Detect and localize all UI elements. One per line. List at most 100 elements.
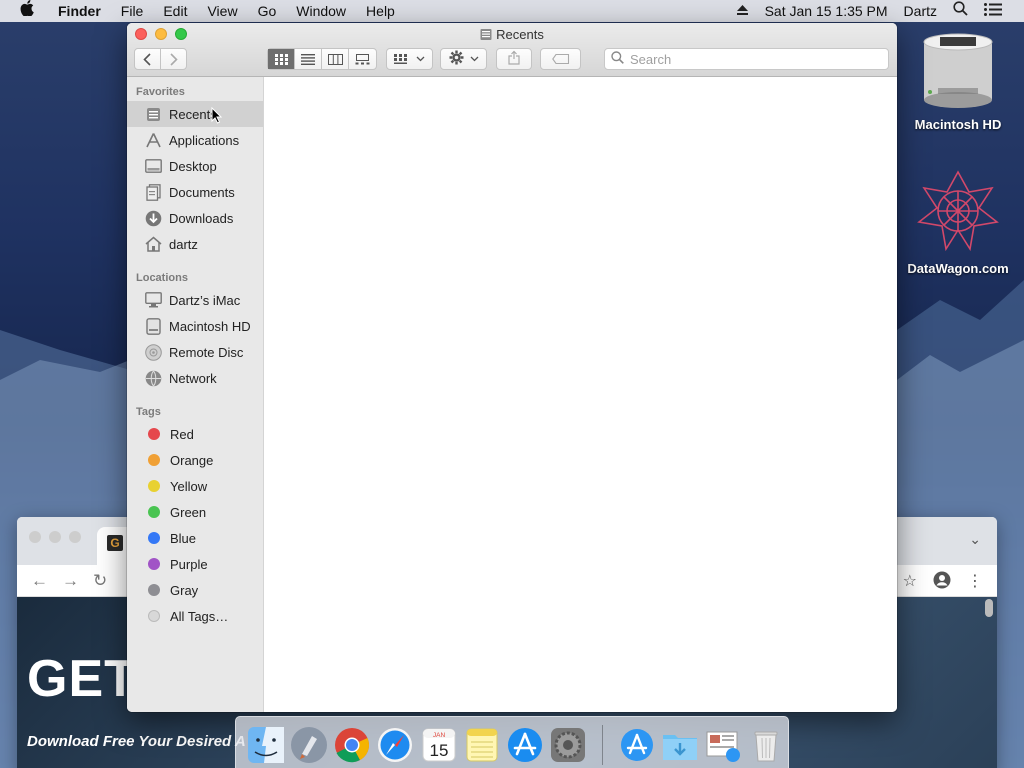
browser-scrollbar[interactable] — [985, 599, 993, 617]
notification-center-icon[interactable] — [976, 0, 1024, 22]
sidebar-header-tags: Tags — [136, 406, 161, 418]
finder-content-area[interactable] — [264, 77, 897, 712]
sidebar-tag-green[interactable]: Green — [127, 499, 263, 525]
dock-chrome-icon[interactable] — [333, 725, 372, 765]
dock-separator — [602, 725, 603, 765]
search-field[interactable] — [604, 48, 889, 70]
sidebar-item-label: Documents — [169, 184, 235, 200]
sidebar-item-label: Network — [169, 370, 217, 386]
dock-launchpad-icon[interactable] — [289, 725, 328, 765]
menu-clock[interactable]: Sat Jan 15 1:35 PM — [757, 0, 896, 22]
dock-finder-icon[interactable] — [246, 725, 285, 765]
spotlight-search-icon[interactable] — [945, 0, 976, 22]
apple-icon[interactable] — [0, 0, 48, 22]
menu-bar: Finder File Edit View Go Window Help Sat… — [0, 0, 1024, 22]
sidebar-tag-gray[interactable]: Gray — [127, 577, 263, 603]
sidebar-item-remote-disc[interactable]: Remote Disc — [127, 339, 263, 365]
sidebar-item-label: Macintosh HD — [169, 318, 251, 334]
sidebar-tag-yellow[interactable]: Yellow — [127, 473, 263, 499]
edit-tags-button[interactable] — [540, 48, 581, 70]
sidebar-item-macintosh-hd[interactable]: Macintosh HD — [127, 313, 263, 339]
reload-icon[interactable]: ↻ — [93, 571, 107, 591]
dock-safari-icon[interactable] — [376, 725, 415, 765]
sidebar-item-network[interactable]: Network — [127, 365, 263, 391]
sidebar-item-downloads[interactable]: Downloads — [127, 205, 263, 231]
dock-app-store-folder-icon[interactable] — [617, 725, 656, 765]
menu-app-name[interactable]: Finder — [48, 0, 111, 22]
action-menu-button[interactable] — [440, 48, 487, 70]
sidebar-item-label: dartz — [169, 236, 198, 252]
sidebar-tag-purple[interactable]: Purple — [127, 551, 263, 577]
dock-trash-icon[interactable] — [747, 725, 786, 765]
page-headline: GET — [27, 650, 137, 708]
sidebar-item-imac[interactable]: Dartz’s iMac — [127, 287, 263, 313]
eject-icon[interactable] — [728, 0, 757, 22]
sidebar-item-label: Purple — [170, 556, 208, 572]
menu-file[interactable]: File — [111, 0, 154, 22]
desktop-icon-macintosh-hd[interactable]: Macintosh HD — [903, 32, 1013, 132]
sidebar-item-label: Desktop — [169, 158, 217, 174]
tag-color-dot — [148, 610, 160, 622]
sidebar-item-label: Gray — [170, 582, 199, 598]
sidebar-item-desktop[interactable]: Desktop — [127, 153, 263, 179]
sidebar-item-label: Red — [170, 426, 194, 442]
window-title-text: Recents — [496, 27, 544, 42]
sidebar-item-label: Applications — [169, 132, 240, 148]
dock-calendar-icon[interactable]: JAN 15 — [419, 725, 458, 765]
desktop-icon-datawagon[interactable]: DataWagon.com — [903, 168, 1013, 276]
sidebar-tag-blue[interactable]: Blue — [127, 525, 263, 551]
chevron-down-icon[interactable]: ⌄ — [969, 531, 981, 548]
desktop-icon — [145, 158, 162, 175]
back-button[interactable] — [134, 49, 161, 69]
gallery-view-button[interactable] — [349, 49, 376, 69]
profile-icon[interactable] — [933, 571, 951, 594]
tag-color-dot — [148, 558, 160, 570]
bookmark-star-icon[interactable]: ☆ — [903, 571, 917, 594]
menu-user[interactable]: Dartz — [896, 0, 945, 22]
desktop-icon-label: DataWagon.com — [907, 261, 1009, 276]
sidebar-item-documents[interactable]: Documents — [127, 179, 263, 205]
icon-view-button[interactable] — [268, 49, 295, 69]
forward-button[interactable] — [161, 49, 188, 69]
menu-view[interactable]: View — [197, 0, 247, 22]
sidebar-tag-red[interactable]: Red — [127, 421, 263, 447]
datawagon-logo-icon — [903, 168, 1013, 257]
dock-system-preferences-icon[interactable] — [549, 725, 588, 765]
applications-icon — [145, 132, 162, 149]
view-mode-control — [267, 48, 377, 70]
sidebar-tag-all-tags[interactable]: All Tags… — [127, 603, 263, 629]
group-by-button[interactable] — [386, 48, 433, 70]
search-input[interactable] — [630, 51, 870, 67]
sidebar-item-label: Recents — [169, 106, 217, 122]
dock-downloads-folder-icon[interactable] — [660, 725, 699, 765]
tag-color-dot — [148, 454, 160, 466]
disc-icon — [145, 343, 162, 361]
calendar-day: 15 — [429, 741, 448, 760]
imac-icon — [145, 292, 162, 309]
list-view-button[interactable] — [295, 49, 322, 69]
search-icon — [611, 51, 624, 67]
sidebar-item-recents[interactable]: Recents — [127, 101, 263, 127]
dock-app-store-icon[interactable] — [506, 725, 545, 765]
sidebar-item-home[interactable]: dartz — [127, 231, 263, 257]
mouse-cursor-icon — [211, 106, 223, 127]
dock-preview-stack-icon[interactable] — [703, 725, 742, 765]
back-arrow-icon[interactable]: ← — [31, 571, 48, 591]
calendar-month: JAN — [432, 732, 445, 739]
sidebar-tag-orange[interactable]: Orange — [127, 447, 263, 473]
menu-window[interactable]: Window — [286, 0, 356, 22]
column-view-button[interactable] — [322, 49, 349, 69]
dock-notes-icon[interactable] — [462, 725, 501, 765]
documents-icon — [145, 183, 162, 201]
menu-help[interactable]: Help — [356, 0, 405, 22]
sidebar-item-label: Orange — [170, 452, 214, 468]
nav-buttons — [134, 48, 187, 70]
more-menu-icon[interactable]: ⋮ — [967, 571, 983, 594]
page-subline: Download Free Your Desired A — [27, 733, 246, 750]
menu-edit[interactable]: Edit — [153, 0, 197, 22]
menu-go[interactable]: Go — [248, 0, 287, 22]
forward-arrow-icon[interactable]: → — [62, 571, 79, 591]
tag-color-dot — [148, 480, 160, 492]
share-button[interactable] — [496, 48, 532, 70]
sidebar-item-applications[interactable]: Applications — [127, 127, 263, 153]
